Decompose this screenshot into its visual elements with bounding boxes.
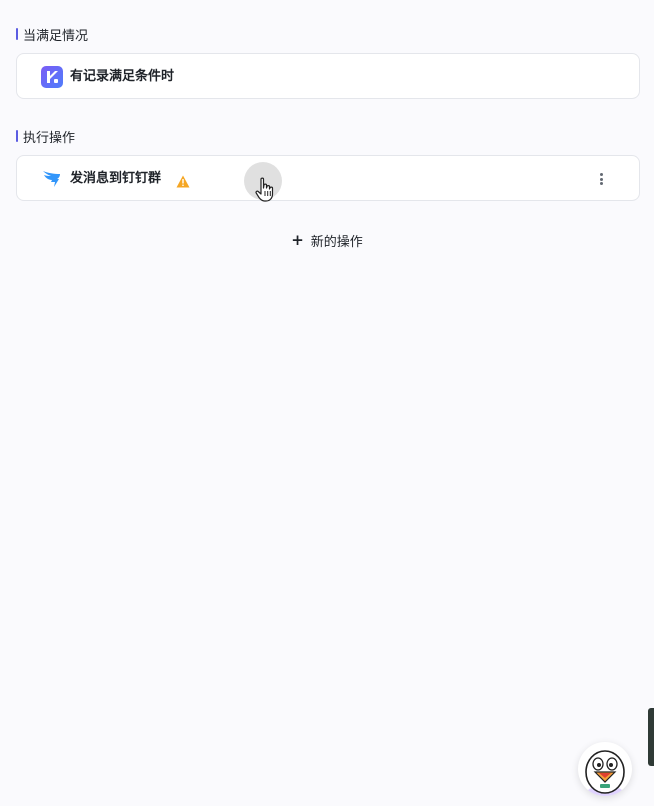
action-card[interactable]: 发消息到钉钉群 <box>16 155 640 201</box>
action-section-title: 执行操作 <box>16 127 76 146</box>
warning-icon[interactable] <box>176 173 190 188</box>
trigger-card[interactable]: 有记录满足条件时 <box>16 53 640 99</box>
assistant-mascot-button[interactable] <box>578 742 632 796</box>
side-panel-handle[interactable] <box>648 708 654 766</box>
section-accent-bar <box>16 28 18 40</box>
trigger-label: 有记录满足条件时 <box>70 69 175 84</box>
trigger-section-title: 当满足情况 <box>16 25 89 44</box>
trigger-section-title-text: 当满足情况 <box>23 28 89 44</box>
hand-pointer-icon <box>255 177 274 202</box>
add-action-label: 新的操作 <box>310 234 363 250</box>
action-label: 发消息到钉钉群 <box>70 171 162 186</box>
more-vertical-icon[interactable] <box>593 170 609 188</box>
record-app-icon <box>41 66 63 88</box>
mascot-icon <box>585 750 625 796</box>
add-action-button[interactable]: + 新的操作 <box>0 230 654 250</box>
dingtalk-icon <box>41 168 63 190</box>
section-accent-bar <box>16 130 18 142</box>
action-section-title-text: 执行操作 <box>23 130 76 146</box>
plus-icon: + <box>291 231 304 249</box>
pointer-cursor <box>244 162 282 202</box>
